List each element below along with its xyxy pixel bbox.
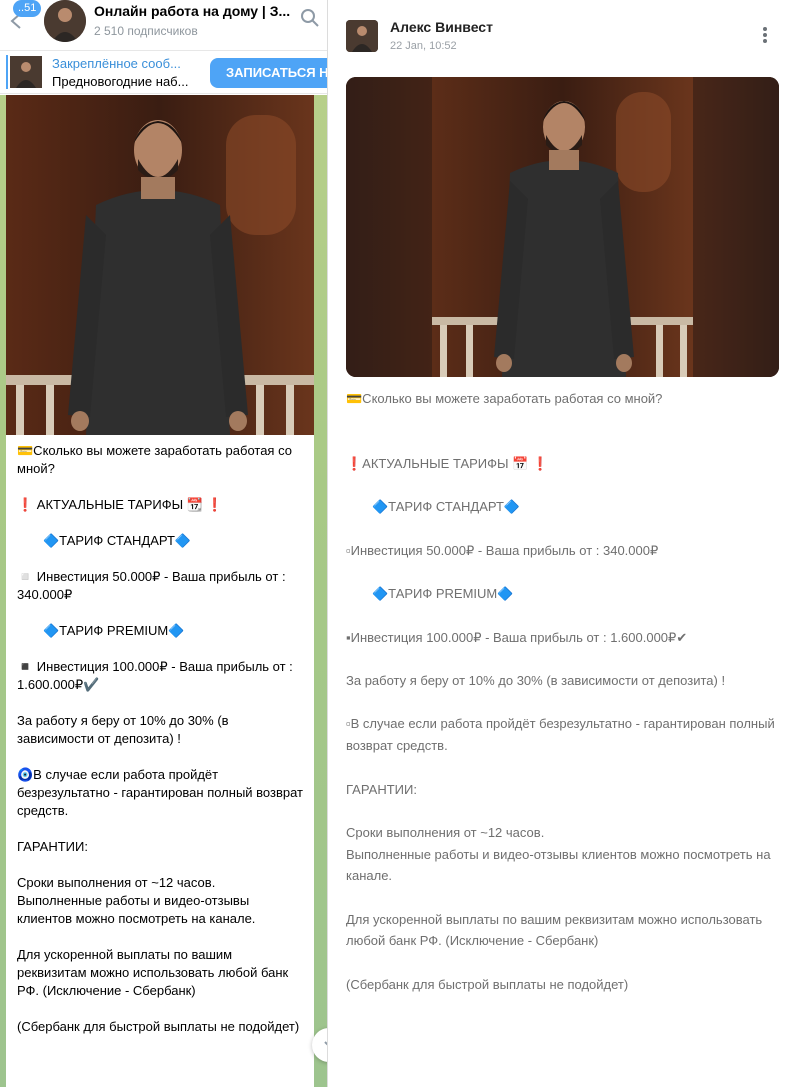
author-name[interactable]: Алекс Винвест bbox=[390, 19, 493, 35]
post-line: 🔷ТАРИФ СТАНДАРТ🔷 bbox=[372, 499, 521, 515]
post-line: ▫Инвестиция 50.000₽ - Ваша прибыль от : … bbox=[346, 542, 659, 558]
message-line bbox=[17, 1000, 305, 1018]
post-line: ❗АКТУАЛЬНЫЕ ТАРИФЫ 📅 ❗ bbox=[346, 456, 549, 472]
post-line: ▫В случае если работа пройдёт безрезульт… bbox=[346, 716, 775, 754]
message-line bbox=[17, 928, 305, 946]
message-line bbox=[17, 550, 305, 568]
post-line bbox=[346, 692, 776, 714]
message-line: ◾️ Инвестиция 100.000₽ - Ваша прибыль от… bbox=[17, 659, 293, 692]
pinned-thumbnail bbox=[10, 56, 42, 88]
message-line: Выполненные работы и видео-отзывы клиент… bbox=[17, 893, 256, 926]
message-line bbox=[17, 604, 305, 622]
post-line: 🔷ТАРИФ PREMIUM🔷 bbox=[372, 586, 514, 602]
message-line bbox=[17, 820, 305, 838]
more-options-button[interactable] bbox=[756, 24, 774, 46]
message-line: 🔷ТАРИФ PREMIUM🔷 bbox=[43, 623, 185, 638]
message-line: ❗️ АКТУАЛЬНЫЕ ТАРИФЫ 📆 ❗️ bbox=[17, 497, 223, 512]
message-line: (Сбербанк для быстрой выплаты не подойде… bbox=[17, 1019, 300, 1034]
post-line: Для ускоренной выплаты по вашим реквизит… bbox=[346, 911, 763, 949]
message-text: 💳Сколько вы можете заработать работая со… bbox=[17, 442, 305, 1036]
search-button[interactable] bbox=[300, 8, 322, 30]
post-line: Сроки выполнения от ~12 часов. bbox=[346, 824, 545, 840]
channel-avatar[interactable] bbox=[44, 0, 86, 42]
post-line: Выполненные работы и видео-отзывы клиент… bbox=[346, 846, 771, 884]
channel-title[interactable]: Онлайн работа на дому | З... bbox=[94, 3, 294, 19]
post-line bbox=[346, 562, 776, 584]
message-line: Сроки выполнения от ~12 часов. bbox=[17, 875, 216, 890]
author-avatar[interactable] bbox=[346, 20, 378, 52]
post-line bbox=[346, 431, 776, 453]
message-line bbox=[17, 694, 305, 712]
message-line: ◽️ Инвестиция 50.000₽ - Ваша прибыль от … bbox=[17, 569, 286, 602]
message-line bbox=[17, 748, 305, 766]
post-line: ▪Инвестиция 100.000₽ - Ваша прибыль от :… bbox=[346, 629, 688, 645]
message-line bbox=[17, 514, 305, 532]
post-line bbox=[346, 757, 776, 779]
post-line bbox=[346, 518, 776, 540]
post-line: ГАРАНТИИ: bbox=[346, 781, 417, 797]
pinned-message[interactable]: Закреплённое сооб... Предновогодние наб.… bbox=[0, 50, 327, 94]
subscriber-count: 2 510 подписчиков bbox=[94, 24, 198, 38]
message-bubble[interactable]: 💳Сколько вы можете заработать работая со… bbox=[6, 95, 314, 1087]
message-photo[interactable] bbox=[6, 95, 314, 435]
post-line: 💳Сколько вы можете заработать работая со… bbox=[346, 391, 663, 406]
pinned-preview: Предновогодние наб... bbox=[52, 74, 189, 89]
chat-header: ..51 Онлайн работа на дому | З... 2 510 … bbox=[0, 0, 327, 50]
message-line bbox=[17, 856, 305, 874]
message-line: 💳Сколько вы можете заработать работая со… bbox=[17, 443, 292, 476]
post-line bbox=[346, 475, 776, 497]
post-line bbox=[346, 605, 776, 627]
message-line: Для ускоренной выплаты по вашим реквизит… bbox=[17, 947, 289, 998]
post-line bbox=[346, 410, 776, 432]
message-line: 🧿В случае если работа пройдёт безрезульт… bbox=[17, 767, 304, 818]
post-date: 22 Jan, 10:52 bbox=[390, 40, 457, 52]
pinned-title: Закреплённое сооб... bbox=[52, 56, 181, 71]
chat-panel: ..51 Онлайн работа на дому | З... 2 510 … bbox=[0, 0, 327, 1087]
more-vertical-icon bbox=[763, 27, 767, 43]
unread-badge: ..51 bbox=[13, 0, 42, 17]
post-text: 💳Сколько вы можете заработать работая со… bbox=[346, 388, 776, 996]
message-line: За работу я беру от 10% до 30% (в зависи… bbox=[17, 713, 229, 746]
post-line bbox=[346, 887, 776, 909]
message-line bbox=[17, 478, 305, 496]
subscribe-button[interactable]: ЗАПИСАТЬСЯ НА bbox=[210, 58, 327, 88]
search-icon bbox=[301, 9, 319, 27]
message-line bbox=[17, 640, 305, 658]
post-line: (Сбербанк для быстрой выплаты не подойде… bbox=[346, 976, 629, 992]
message-line: ГАРАНТИИ: bbox=[17, 839, 88, 854]
post-panel: Алекс Винвест 22 Jan, 10:52 💳Сколько вы … bbox=[327, 0, 787, 1087]
post-line: За работу я беру от 10% до 30% (в зависи… bbox=[346, 673, 726, 689]
post-line bbox=[346, 952, 776, 974]
pinned-indicator bbox=[6, 55, 8, 89]
post-line bbox=[346, 648, 776, 670]
post-photo[interactable] bbox=[346, 77, 779, 377]
message-line: 🔷ТАРИФ СТАНДАРТ🔷 bbox=[43, 533, 192, 548]
post-line bbox=[346, 800, 776, 822]
